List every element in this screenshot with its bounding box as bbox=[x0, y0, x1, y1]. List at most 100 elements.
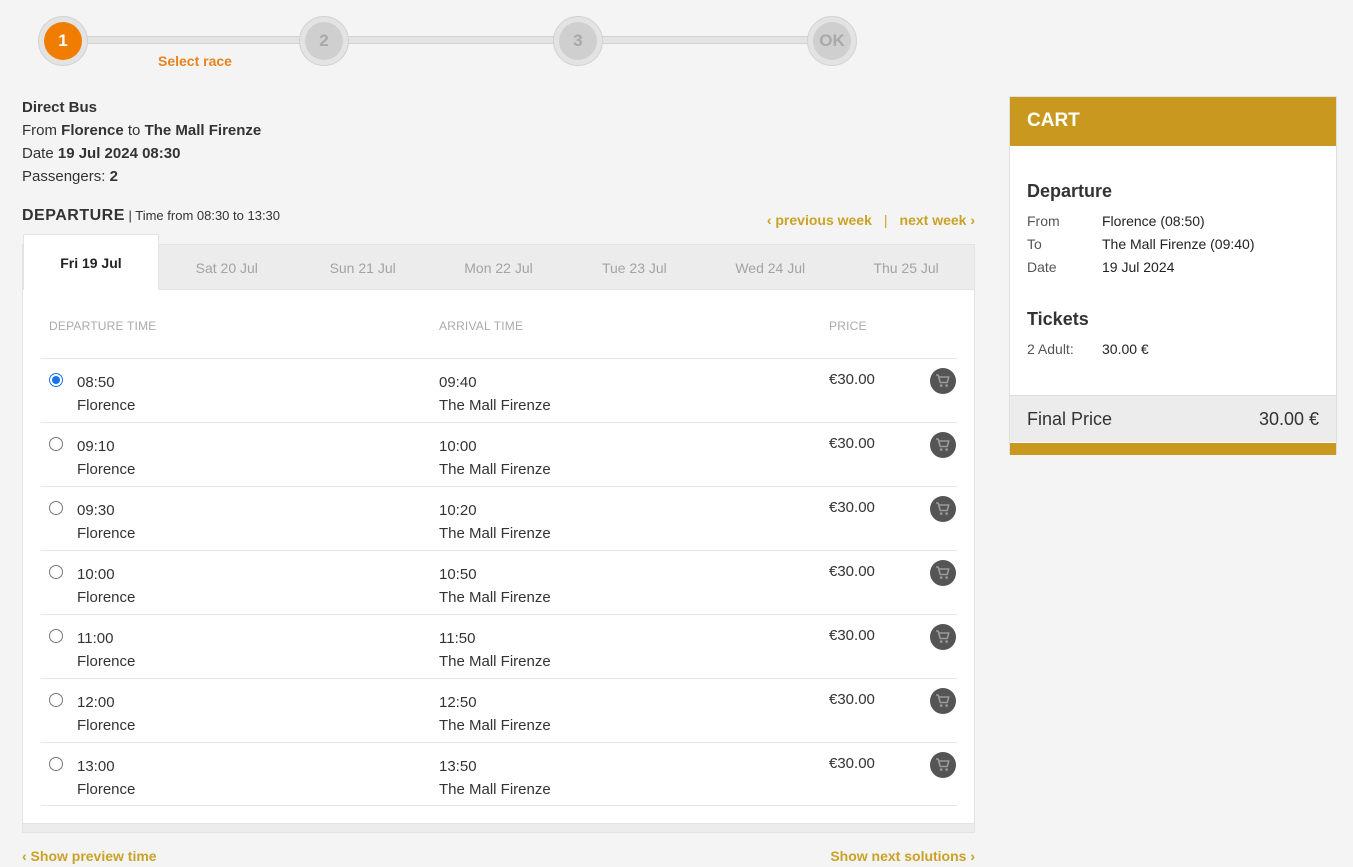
tab-mon-22-jul[interactable]: Mon 22 Jul bbox=[431, 245, 567, 290]
trip-from: Florence bbox=[61, 122, 124, 139]
col-departure-time: DEPARTURE TIME bbox=[49, 319, 157, 333]
shopping-cart-icon bbox=[936, 694, 950, 707]
from-label: From bbox=[22, 122, 57, 139]
step-connector bbox=[602, 36, 814, 44]
trip-date: 19 Jul 2024 08:30 bbox=[57, 145, 181, 162]
step-2: 2 bbox=[299, 16, 349, 66]
arrival-place: The Mall Firenze bbox=[439, 781, 551, 798]
arrival-cell: 09:40 The Mall Firenze bbox=[439, 371, 551, 417]
day-tabs: Fri 19 Jul Sat 20 Jul Sun 21 Jul Mon 22 … bbox=[23, 234, 974, 290]
ride-radio[interactable] bbox=[49, 757, 63, 771]
step-connector bbox=[348, 36, 560, 44]
step-connector bbox=[86, 36, 306, 44]
departure-time: 10:00 bbox=[77, 566, 115, 583]
tab-tue-23-jul[interactable]: Tue 23 Jul bbox=[566, 245, 702, 290]
add-to-cart-button[interactable] bbox=[930, 624, 956, 650]
rides-list: 08:50 Florence 09:40 The Mall Firenze €30.00… bbox=[41, 358, 957, 806]
show-preview-time-link[interactable]: ‹ Show preview time bbox=[22, 848, 157, 864]
shopping-cart-icon bbox=[936, 438, 950, 451]
arrival-cell: 10:20 The Mall Firenze bbox=[439, 499, 551, 545]
ride-row[interactable]: 09:30 Florence 10:20 The Mall Firenze €30.00 bbox=[41, 486, 957, 550]
ride-radio[interactable] bbox=[49, 501, 63, 515]
tab-fri-19-jul[interactable]: Fri 19 Jul bbox=[23, 234, 159, 290]
cart-ticket-value: 30.00 € bbox=[1102, 341, 1149, 357]
departure-cell: 09:10 Florence bbox=[77, 435, 135, 481]
rides-panel: Fri 19 Jul Sat 20 Jul Sun 21 Jul Mon 22 … bbox=[22, 234, 975, 833]
ride-radio[interactable] bbox=[49, 373, 63, 387]
add-to-cart-button[interactable] bbox=[930, 368, 956, 394]
arrival-cell: 10:50 The Mall Firenze bbox=[439, 563, 551, 609]
next-week-link[interactable]: next week › bbox=[900, 212, 975, 228]
arrival-time: 11:50 bbox=[439, 630, 476, 647]
arrival-time: 12:50 bbox=[439, 694, 477, 711]
step-ok: OK bbox=[807, 16, 857, 66]
add-to-cart-button[interactable] bbox=[930, 560, 956, 586]
departure-title: DEPARTURE bbox=[22, 207, 125, 224]
cart-ticket-label: 2 Adult: bbox=[1027, 341, 1074, 357]
arrival-cell: 12:50 The Mall Firenze bbox=[439, 691, 551, 737]
departure-time: 09:30 bbox=[77, 502, 115, 519]
cart-from-value: Florence (08:50) bbox=[1102, 213, 1205, 229]
departure-cell: 13:00 Florence bbox=[77, 755, 135, 801]
cart-to-value: The Mall Firenze (09:40) bbox=[1102, 236, 1255, 252]
tab-thu-25-jul[interactable]: Thu 25 Jul bbox=[838, 245, 974, 290]
add-to-cart-button[interactable] bbox=[930, 688, 956, 714]
ride-radio[interactable] bbox=[49, 629, 63, 643]
departure-time: 12:00 bbox=[77, 694, 115, 711]
arrival-time: 10:00 bbox=[439, 438, 477, 455]
ride-radio[interactable] bbox=[49, 693, 63, 707]
cart-tickets-title: Tickets bbox=[1027, 309, 1089, 329]
ride-row[interactable]: 11:00 Florence 11:50 The Mall Firenze €30.00 bbox=[41, 614, 957, 678]
step-active-label: Select race bbox=[158, 53, 232, 69]
show-next-solutions-link[interactable]: Show next solutions › bbox=[830, 848, 975, 864]
ride-price: €30.00 bbox=[829, 563, 875, 580]
col-arrival-time: ARRIVAL TIME bbox=[439, 319, 524, 333]
ride-row[interactable]: 10:00 Florence 10:50 The Mall Firenze €30.00 bbox=[41, 550, 957, 614]
arrival-cell: 13:50 The Mall Firenze bbox=[439, 755, 551, 801]
shopping-cart-icon bbox=[936, 502, 950, 515]
departure-time: 09:10 bbox=[77, 438, 115, 455]
col-price: PRICE bbox=[829, 319, 867, 333]
departure-cell: 09:30 Florence bbox=[77, 499, 135, 545]
departure-time-range: | Time from 08:30 to 13:30 bbox=[128, 208, 281, 223]
ride-row[interactable]: 13:00 Florence 13:50 The Mall Firenze €30.00 bbox=[41, 742, 957, 806]
arrival-time: 09:40 bbox=[439, 374, 477, 391]
ride-radio[interactable] bbox=[49, 565, 63, 579]
add-to-cart-button[interactable] bbox=[930, 752, 956, 778]
cart-ticket-row: 2 Adult: 30.00 € bbox=[1027, 338, 1149, 361]
add-to-cart-button[interactable] bbox=[930, 432, 956, 458]
previous-week-link[interactable]: ‹ previous week bbox=[767, 212, 872, 228]
arrival-cell: 11:50 The Mall Firenze bbox=[439, 627, 551, 673]
step-3: 3 bbox=[553, 16, 603, 66]
arrival-place: The Mall Firenze bbox=[439, 717, 551, 734]
cart-from-label: From bbox=[1027, 213, 1060, 229]
panel-footer bbox=[23, 823, 974, 832]
final-price-row: Final Price 30.00 € bbox=[1010, 395, 1336, 442]
departure-place: Florence bbox=[77, 781, 136, 798]
ride-row[interactable]: 09:10 Florence 10:00 The Mall Firenze €30.00 bbox=[41, 422, 957, 486]
tab-sun-21-jul[interactable]: Sun 21 Jul bbox=[295, 245, 431, 290]
arrival-place: The Mall Firenze bbox=[439, 653, 551, 670]
cart-to-row: To The Mall Firenze (09:40) bbox=[1027, 233, 1255, 256]
ride-price: €30.00 bbox=[829, 371, 875, 388]
ride-price: €30.00 bbox=[829, 435, 875, 452]
trip-to: The Mall Firenze bbox=[144, 122, 262, 139]
departure-cell: 08:50 Florence bbox=[77, 371, 135, 417]
cart-to-label: To bbox=[1027, 236, 1042, 252]
tab-sat-20-jul[interactable]: Sat 20 Jul bbox=[159, 245, 295, 290]
departure-cell: 10:00 Florence bbox=[77, 563, 135, 609]
ride-price: €30.00 bbox=[829, 755, 875, 772]
trip-passengers: 2 bbox=[109, 168, 118, 185]
cart-date-value: 19 Jul 2024 bbox=[1102, 259, 1175, 275]
ride-row[interactable]: 08:50 Florence 09:40 The Mall Firenze €30.00 bbox=[41, 358, 957, 422]
tab-wed-24-jul[interactable]: Wed 24 Jul bbox=[702, 245, 838, 290]
add-to-cart-button[interactable] bbox=[930, 496, 956, 522]
arrival-place: The Mall Firenze bbox=[439, 525, 551, 542]
ride-radio[interactable] bbox=[49, 437, 63, 451]
departure-place: Florence bbox=[77, 717, 136, 734]
ride-row[interactable]: 12:00 Florence 12:50 The Mall Firenze €30.00 bbox=[41, 678, 957, 742]
departure-place: Florence bbox=[77, 397, 136, 414]
trip-summary: Direct Bus From Florence to The Mall Fir… bbox=[22, 96, 261, 188]
cart-from-row: From Florence (08:50) bbox=[1027, 210, 1205, 233]
cart-panel: CART Departure From Florence (08:50) To Th… bbox=[1009, 96, 1337, 455]
